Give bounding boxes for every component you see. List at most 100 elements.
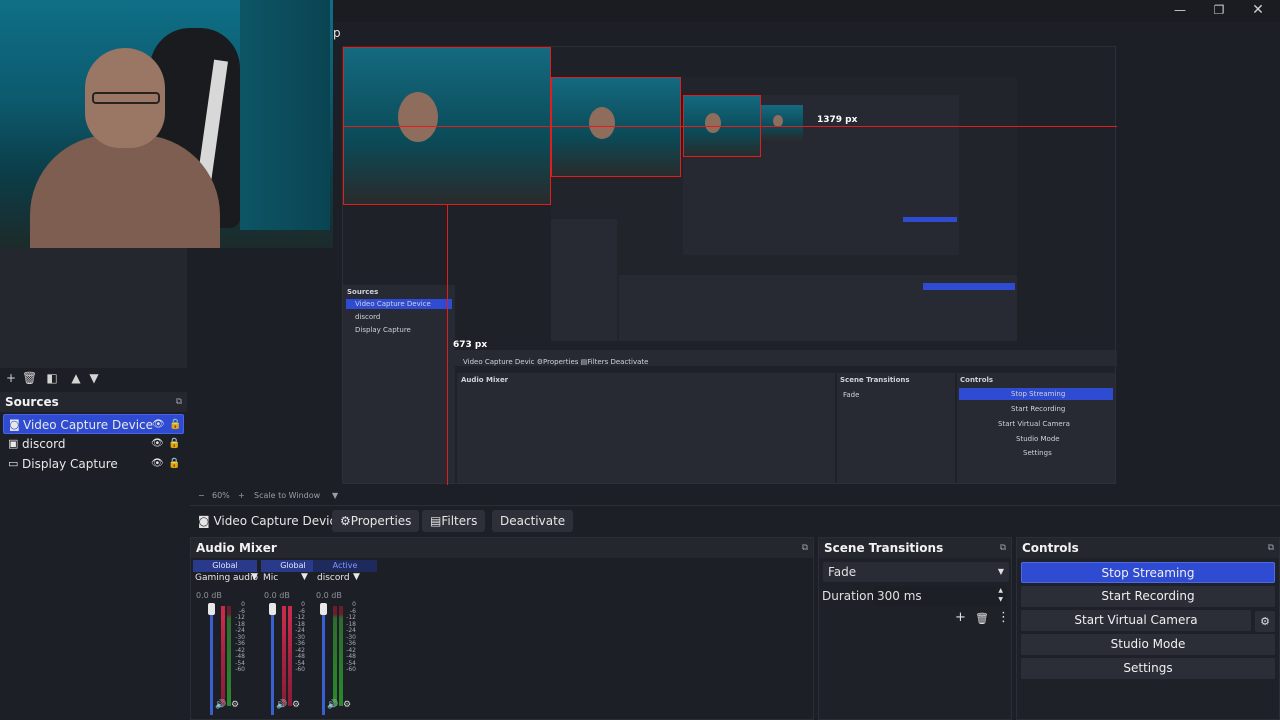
channel-settings-icon[interactable]: ⚙ [231,700,239,710]
zoom-level: 60% [212,491,230,500]
chevron-down-icon[interactable]: ▼ [251,572,258,582]
minimize-icon[interactable]: — [1160,0,1200,20]
channel-name[interactable]: discord [317,573,350,583]
nested-mixer-title: Audio Mixer [461,376,509,384]
start-virtual-camera-button[interactable]: Start Virtual Camera [1021,610,1251,631]
scene-transitions-header: Scene Transitions ⧉ [819,538,1011,558]
gear-icon: ⚙ [340,514,351,528]
spin-arrows-icon[interactable]: ▲ ▼ [998,586,1003,604]
start-recording-button[interactable]: Start Recording [1021,586,1275,607]
channel-volume-db: 0.0 dB [316,591,342,600]
visibility-eye-icon[interactable]: 👁 [151,454,164,474]
transition-select[interactable]: Fade ▼ [823,562,1009,582]
properties-icon[interactable]: ◧ [45,371,59,385]
lock-icon[interactable]: 🔒 [168,454,180,474]
nested-preview[interactable]: Sources Video Capture Device discord Dis… [342,46,1117,485]
source-label: Video Capture Device [23,418,154,432]
trash-icon[interactable]: 🗑 [975,612,989,625]
deactivate-button[interactable]: Deactivate [492,510,574,532]
monitor-icon: ▭ [8,457,19,470]
nested-mixer [457,373,835,483]
nested-frame-3-stop [903,217,957,222]
move-up-icon[interactable]: ▲ [69,371,83,385]
zoom-bar: − 60% + Scale to Window ▼ [190,488,1280,504]
db-scale: 0 -6 -12 -18 -24 -30 -36 -42 -48 -54 -60 [235,601,245,673]
filters-button[interactable]: ▤Filters [422,510,486,532]
camera-icon: ◙ [198,514,210,528]
audio-mixer-header: Audio Mixer ⧉ [191,538,813,558]
duration-input[interactable]: 300 ms ▲ ▼ [873,586,1007,606]
undock-icon[interactable]: ⧉ [1268,538,1274,558]
sources-title: Sources [5,395,59,409]
controls-title: Controls [1022,541,1079,555]
move-down-icon[interactable]: ▼ [87,371,101,385]
nested-transitions-title: Scene Transitions [840,376,910,384]
window-icon: ▣ [8,437,19,450]
nested-rec-text: Start Recording [1011,405,1066,413]
guide-line-horizontal [343,126,1117,127]
close-icon[interactable]: ✕ [1238,0,1278,20]
maximize-icon[interactable]: ❐ [1199,0,1239,20]
undock-icon[interactable]: ⧉ [176,392,182,412]
studio-mode-button[interactable]: Studio Mode [1021,634,1275,655]
sources-list: ◙ Video Capture Device 👁 🔒 ▣ discord 👁 🔒… [0,412,187,720]
controls-dock: Controls ⧉ Stop Streaming Start Recordin… [1016,537,1280,720]
volume-fader[interactable] [271,605,274,715]
speaker-icon[interactable]: 🔊 [327,700,338,710]
trash-icon[interactable]: 🗑 [22,371,37,385]
zoom-out-icon[interactable]: − [198,491,205,500]
undock-icon[interactable]: ⧉ [802,538,808,558]
settings-button[interactable]: Settings [1021,658,1275,679]
scale-mode[interactable]: Scale to Window [254,491,320,500]
db-scale: 0 -6 -12 -18 -24 -30 -36 -42 -48 -54 -60 [346,601,356,673]
scene-transitions-title: Scene Transitions [824,541,944,555]
virtual-camera-settings-icon[interactable]: ⚙ [1255,611,1275,632]
nested-src-3: Display Capture [355,326,411,334]
lock-icon[interactable]: 🔒 [169,415,181,435]
stop-streaming-button[interactable]: Stop Streaming [1021,562,1275,583]
channel-name[interactable]: Mic [263,573,278,583]
nested-vcam-text: Start Virtual Camera [998,420,1070,428]
channel-settings-icon[interactable]: ⚙ [292,700,300,710]
nested-sources-title: Sources [347,288,379,296]
properties-button[interactable]: ⚙Properties [332,510,420,532]
zoom-in-icon[interactable]: + [238,491,245,500]
visibility-eye-icon[interactable]: 👁 [151,434,164,454]
mixer-channel-gaming-audio: Global Gaming audio ▼ 0.0 dB 0 -6 -12 -18 -2… [193,558,258,718]
chevron-down-icon[interactable]: ▼ [301,572,308,582]
scale-mode-chevron-icon[interactable]: ▼ [332,491,338,500]
channel-name[interactable]: Gaming audio [195,573,258,583]
selection-box-2 [551,77,681,177]
source-item-display-capture[interactable]: ▭ Display Capture 👁 🔒 [3,454,184,474]
undock-icon[interactable]: ⧉ [1000,538,1006,558]
fader-handle[interactable] [269,603,276,615]
nested-src-1: Video Capture Device [355,300,431,308]
nested-controls-title: Controls [960,376,994,384]
volume-fader[interactable] [322,605,325,715]
fader-handle[interactable] [208,603,215,615]
background-door [240,0,330,230]
audio-mixer-body: Global Gaming audio ▼ 0.0 dB 0 -6 -12 -18 -2… [191,558,813,719]
scenes-dock-area [0,248,187,368]
speaker-icon[interactable]: 🔊 [215,700,226,710]
more-options-icon[interactable]: ⋮ [997,610,1010,625]
level-meter [221,606,225,706]
fader-handle[interactable] [320,603,327,615]
scene-transitions-dock: Scene Transitions ⧉ Fade ▼ Duration 300 … [818,537,1012,720]
lock-icon[interactable]: 🔒 [168,434,180,454]
source-label: Display Capture [22,457,118,471]
speaker-icon[interactable]: 🔊 [276,700,287,710]
duration-value: 300 ms [877,589,922,603]
volume-fader[interactable] [210,605,213,715]
nested-stop-text: Stop Streaming [1011,390,1066,398]
chevron-down-icon[interactable]: ▼ [353,572,360,582]
add-transition-icon[interactable]: + [955,610,966,625]
channel-settings-icon[interactable]: ⚙ [343,700,351,710]
source-item-discord[interactable]: ▣ discord 👁 🔒 [3,434,184,454]
webcam-feed [0,0,333,248]
source-item-video-capture[interactable]: ◙ Video Capture Device 👁 🔒 [3,414,184,434]
add-icon[interactable]: + [4,371,18,385]
nested-transitions [837,373,955,483]
visibility-eye-icon[interactable]: 👁 [152,415,165,435]
controls-header: Controls ⧉ [1017,538,1279,558]
